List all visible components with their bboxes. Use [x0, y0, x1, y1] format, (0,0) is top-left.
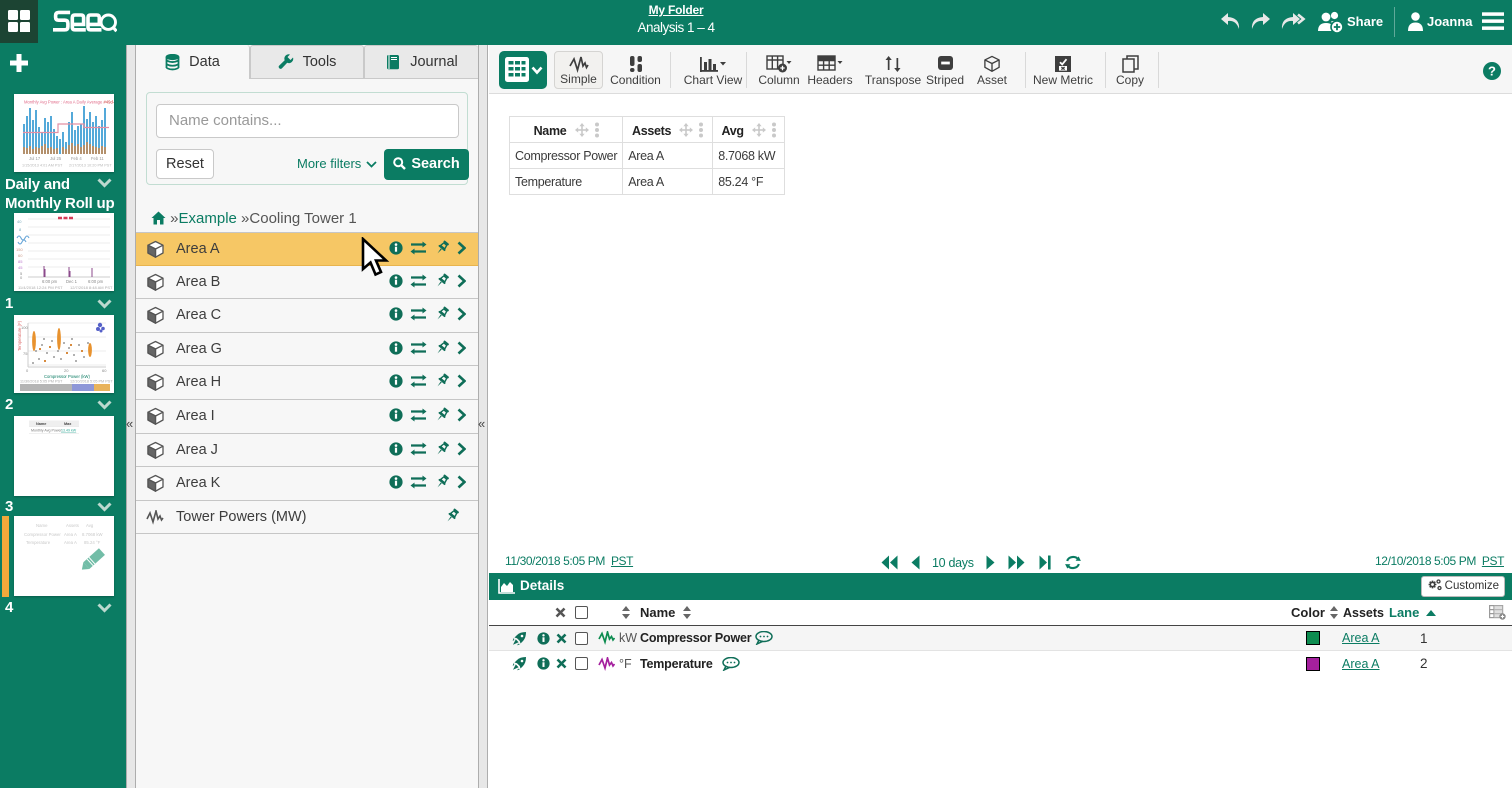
svg-text:11/4/2018 12:24 PM PST: 11/4/2018 12:24 PM PST	[18, 285, 63, 290]
svg-text:100: 100	[21, 325, 28, 330]
svg-text:Area A: Area A	[64, 540, 77, 545]
svg-text:12/10/2018 5:05 PM PST: 12/10/2018 5:05 PM PST	[70, 380, 113, 384]
svg-text:11/30/2018 5:05 PM PST: 11/30/2018 5:05 PM PST	[20, 380, 63, 384]
svg-text:12/7/2018 8:48 AM PST: 12/7/2018 8:48 AM PST	[70, 285, 113, 290]
svg-text:Name: Name	[36, 523, 48, 528]
svg-text:Monthly Avg Power: Monthly Avg Power	[31, 429, 62, 433]
svg-text:Name: Name	[36, 422, 46, 426]
svg-text:Compressor Power (kW): Compressor Power (kW)	[44, 374, 90, 379]
svg-text:60: 60	[102, 368, 107, 373]
svg-text:8: 8	[19, 227, 22, 232]
svg-text:Temperature: Temperature	[26, 540, 51, 545]
svg-text:40: 40	[17, 219, 22, 224]
svg-text:20: 20	[64, 368, 69, 373]
svg-text:0: 0	[20, 275, 23, 280]
svg-text:Area A: Area A	[64, 532, 77, 537]
svg-text:Jul 25: Jul 25	[50, 156, 62, 161]
svg-text:60: 60	[18, 253, 23, 258]
svg-text:Dec 1: Dec 1	[66, 279, 78, 284]
svg-text:Avg: Avg	[86, 523, 94, 528]
svg-text:Max: Max	[64, 422, 72, 426]
svg-text:2/17/2013 10:20 PM PST: 2/17/2013 10:20 PM PST	[69, 164, 112, 168]
svg-text:6:00 pm: 6:00 pm	[88, 279, 104, 284]
svg-text:Compressor Power: Compressor Power	[24, 532, 61, 537]
svg-text:75: 75	[23, 351, 28, 356]
svg-text:8.7068 kW: 8.7068 kW	[82, 532, 103, 537]
svg-text:85: 85	[18, 259, 23, 264]
svg-text:1/15/2013 4:01 AM PST: 1/15/2013 4:01 AM PST	[22, 164, 63, 168]
svg-text:?: ?	[1488, 64, 1496, 79]
svg-text:13.49 kW: 13.49 kW	[61, 429, 77, 433]
svg-text:Jul 17: Jul 17	[29, 156, 41, 161]
svg-text:85.24 °F: 85.24 °F	[84, 540, 101, 545]
svg-text:0: 0	[26, 368, 29, 373]
svg-text:150: 150	[16, 247, 23, 252]
svg-text:Monthly Avg Power : Area A Dai: Monthly Avg Power : Area A Daily Average…	[24, 100, 114, 105]
svg-text:Assets: Assets	[66, 523, 79, 528]
svg-text:45: 45	[18, 265, 23, 270]
svg-text:Feb 4: Feb 4	[71, 156, 82, 161]
svg-text:6:00 pm: 6:00 pm	[42, 279, 58, 284]
svg-text:Feb 11: Feb 11	[91, 156, 104, 161]
